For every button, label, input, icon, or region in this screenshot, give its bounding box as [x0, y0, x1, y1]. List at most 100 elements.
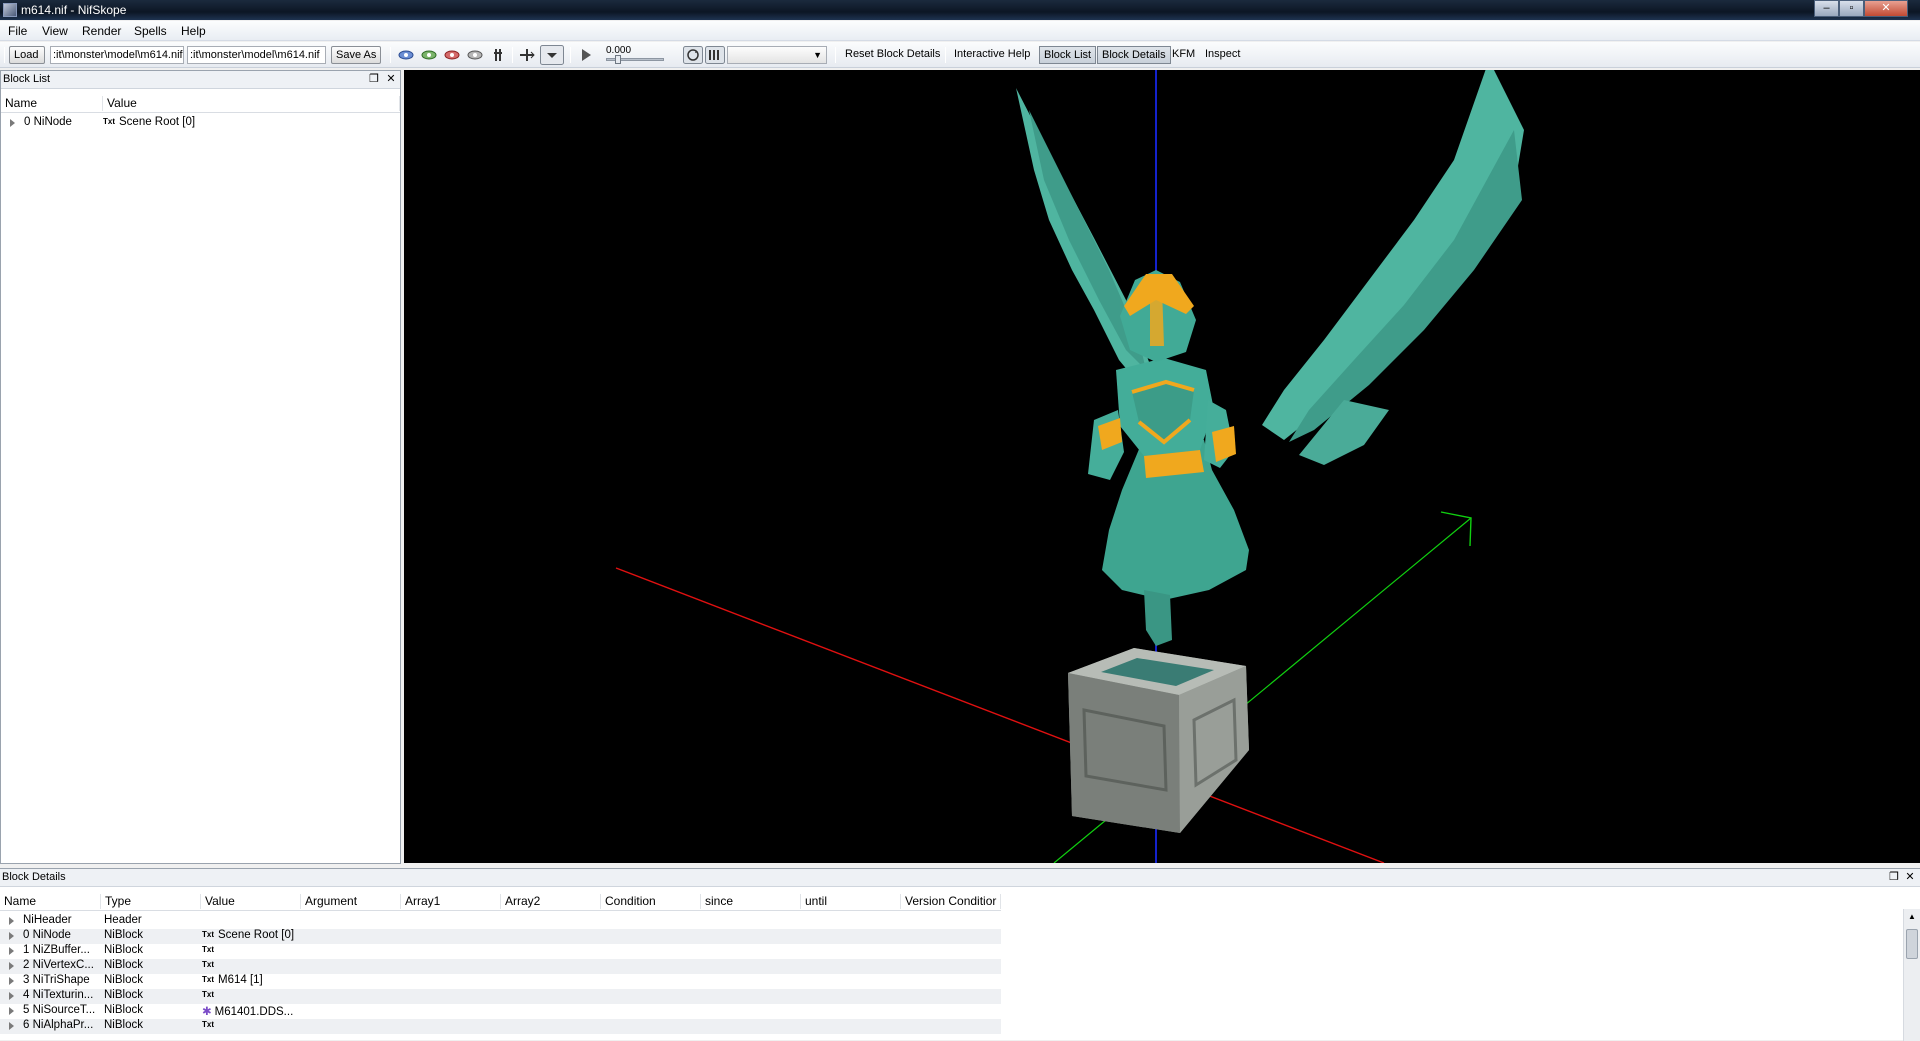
maximize-button[interactable]: ▫: [1839, 0, 1864, 17]
block-list-row[interactable]: 0 NiNode Txt Scene Root [0]: [1, 116, 400, 131]
table-row[interactable]: NiHeader Header: [0, 914, 1001, 929]
kfm-button[interactable]: KFM: [1172, 48, 1195, 60]
block-details-toggle[interactable]: Block Details: [1097, 46, 1171, 64]
expand-arrow-icon[interactable]: [9, 932, 14, 940]
row-name: 4 NiTexturin...: [23, 989, 94, 1001]
table-row[interactable]: 3 NiTriShape NiBlock Txt M614 [1]: [0, 974, 1001, 989]
column-type[interactable]: Type: [101, 894, 201, 909]
table-row[interactable]: 1 NiZBuffer... NiBlock Txt: [0, 944, 1001, 959]
y-axis-arrow: [1440, 511, 1472, 547]
expand-arrow-icon[interactable]: [9, 962, 14, 970]
column-name[interactable]: Name: [1, 96, 103, 111]
interactive-help-button[interactable]: Interactive Help: [954, 48, 1030, 60]
expand-arrow-icon[interactable]: [9, 1007, 14, 1015]
save-as-button[interactable]: Save As: [331, 46, 381, 64]
table-row[interactable]: 4 NiTexturin... NiBlock Txt: [0, 989, 1001, 1004]
scroll-up-icon[interactable]: ▲: [1908, 912, 1916, 921]
x-axis-line: [615, 567, 1385, 863]
title-bar: m614.nif - NifSkope – ▫ ✕: [0, 0, 1920, 20]
expand-arrow-icon[interactable]: [9, 992, 14, 1000]
txt-tag-icon: Txt: [202, 960, 214, 969]
table-row[interactable]: 2 NiVertexC... NiBlock Txt: [0, 959, 1001, 974]
row-type: NiBlock: [104, 974, 143, 986]
menu-spells[interactable]: Spells: [134, 24, 167, 38]
skeleton-icon[interactable]: [489, 47, 507, 63]
save-file-field[interactable]: :it\monster\model\m614.nif: [187, 46, 326, 64]
app-icon: [3, 3, 17, 17]
column-version-condition[interactable]: Version Conditior: [901, 894, 1001, 909]
vertical-scrollbar[interactable]: ▲: [1903, 909, 1920, 1041]
play-icon[interactable]: [577, 47, 595, 63]
reset-block-details-button[interactable]: Reset Block Details: [845, 48, 940, 60]
float-icon[interactable]: ❐: [367, 72, 381, 86]
time-slider-handle[interactable]: [615, 55, 621, 64]
close-icon[interactable]: ✕: [1903, 870, 1917, 884]
block-list-header: Block List ❐ ✕: [1, 71, 400, 89]
table-row[interactable]: 5 NiSourceT... NiBlock ✱ M61401.DDS...: [0, 1004, 1001, 1019]
expand-arrow-icon[interactable]: [9, 1022, 14, 1030]
animation-select[interactable]: ▼: [727, 46, 827, 64]
block-list-columns: Name Value: [1, 94, 400, 113]
texture-icon: ✱: [202, 1006, 212, 1018]
block-details-title: Block Details: [2, 871, 66, 883]
toolbar-grip: [4, 47, 5, 63]
column-array1[interactable]: Array1: [401, 894, 501, 909]
table-row[interactable]: 6 NiAlphaPr... NiBlock Txt: [0, 1019, 1001, 1034]
row-name: 6 NiAlphaPr...: [23, 1019, 94, 1031]
column-value[interactable]: Value: [103, 96, 400, 111]
expand-arrow-icon[interactable]: [9, 947, 14, 955]
block-details-columns: Name Type Value Argument Array1 Array2 C…: [0, 892, 1001, 911]
column-argument[interactable]: Argument: [301, 894, 401, 909]
row-value: M61401.DDS...: [214, 1006, 294, 1018]
txt-tag-icon: Txt: [202, 1020, 214, 1029]
load-file-field[interactable]: :it\monster\model\m614.nif: [50, 46, 184, 64]
close-button[interactable]: ✕: [1864, 0, 1908, 17]
row-name: 2 NiVertexC...: [23, 959, 94, 971]
expand-arrow-icon[interactable]: [10, 119, 15, 127]
scrollbar-thumb[interactable]: [1906, 929, 1918, 959]
menu-view[interactable]: View: [42, 24, 68, 38]
row-name: 0 NiNode: [23, 929, 71, 941]
expand-arrow-icon[interactable]: [9, 977, 14, 985]
switch-icon[interactable]: [705, 46, 725, 64]
column-array2[interactable]: Array2: [501, 894, 601, 909]
row-type: NiBlock: [104, 929, 143, 941]
column-since[interactable]: since: [701, 894, 801, 909]
inspect-button[interactable]: Inspect: [1205, 48, 1240, 60]
row-type: Header: [104, 914, 142, 926]
block-list-title: Block List: [3, 73, 51, 85]
render-viewport[interactable]: [404, 70, 1920, 863]
close-icon[interactable]: ✕: [384, 72, 398, 86]
view-dropdown-icon[interactable]: [540, 45, 564, 65]
toolbar-separator: [390, 47, 391, 63]
column-until[interactable]: until: [801, 894, 901, 909]
eye-green-icon[interactable]: [420, 47, 438, 63]
column-condition[interactable]: Condition: [601, 894, 701, 909]
row-type: NiBlock: [104, 1019, 143, 1031]
menu-render[interactable]: Render: [82, 24, 121, 38]
load-button[interactable]: Load: [9, 46, 45, 64]
menu-file[interactable]: File: [8, 24, 27, 38]
row-value: Scene Root [0]: [218, 929, 295, 941]
eye-red-icon[interactable]: [443, 47, 461, 63]
row-type: NiBlock: [104, 1004, 143, 1016]
eye-gray-icon[interactable]: [466, 47, 484, 63]
float-icon[interactable]: ❐: [1887, 870, 1901, 884]
loop-icon[interactable]: [683, 46, 703, 64]
block-list-panel: Block List ❐ ✕ Name Value 0 NiNode Txt Sc…: [0, 70, 401, 864]
minimize-button[interactable]: –: [1814, 0, 1839, 17]
txt-tag-icon: Txt: [202, 990, 214, 999]
column-value[interactable]: Value: [201, 894, 301, 909]
menu-help[interactable]: Help: [181, 24, 206, 38]
column-name[interactable]: Name: [0, 894, 101, 909]
txt-tag-icon: Txt: [202, 975, 214, 984]
row-name: NiHeader: [23, 914, 72, 926]
axes-icon[interactable]: [518, 47, 536, 63]
block-list-toggle[interactable]: Block List: [1039, 46, 1097, 64]
expand-arrow-icon[interactable]: [9, 917, 14, 925]
window-title: m614.nif - NifSkope: [21, 3, 127, 17]
block-details-header: Block Details ❐ ✕: [0, 869, 1920, 887]
scene-render[interactable]: [404, 70, 1920, 863]
eye-blue-icon[interactable]: [397, 47, 415, 63]
table-row[interactable]: 0 NiNode NiBlock Txt Scene Root [0]: [0, 929, 1001, 944]
